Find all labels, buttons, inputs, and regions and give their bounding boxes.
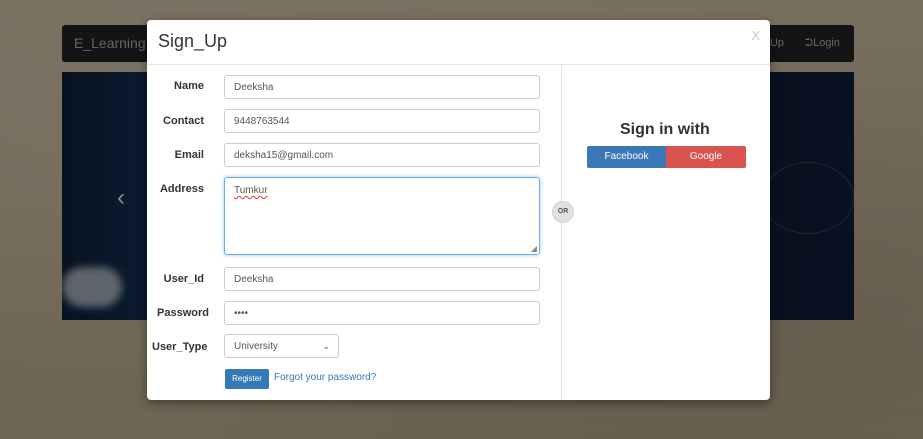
- resize-handle-icon[interactable]: ◢: [531, 244, 537, 253]
- contact-label: Contact: [163, 115, 204, 127]
- contact-input[interactable]: 9448763544: [224, 109, 540, 133]
- forgot-password-link[interactable]: Forgot your password?: [274, 372, 376, 383]
- chevron-down-icon: ⌄: [322, 341, 330, 351]
- register-button[interactable]: Register: [225, 369, 269, 389]
- name-input[interactable]: Deeksha: [224, 75, 540, 99]
- google-button[interactable]: Google: [666, 146, 746, 168]
- password-label: Password: [157, 307, 209, 319]
- signup-modal: Sign_Up X Name Deeksha Contact 944876354…: [147, 20, 770, 400]
- facebook-button[interactable]: Facebook: [587, 146, 666, 168]
- or-divider-badge: OR: [552, 201, 574, 223]
- email-label: Email: [174, 149, 204, 161]
- modal-title: Sign_Up: [158, 31, 228, 51]
- user-type-value: University: [234, 341, 278, 352]
- name-label: Name: [174, 80, 204, 92]
- close-icon[interactable]: X: [751, 28, 760, 43]
- user-type-select[interactable]: University ⌄: [224, 334, 339, 358]
- user-type-label: User_Type: [152, 341, 208, 353]
- user-id-input[interactable]: Deeksha: [224, 267, 540, 291]
- email-input[interactable]: deksha15@gmail.com: [224, 143, 540, 167]
- password-input[interactable]: ••••: [224, 301, 540, 325]
- address-value: Tumkur: [234, 185, 268, 196]
- user-id-label: User_Id: [163, 273, 204, 285]
- address-label: Address: [159, 183, 204, 195]
- address-textarea[interactable]: Tumkur ◢: [224, 177, 540, 255]
- modal-header: Sign_Up X: [147, 20, 770, 65]
- signin-with-title: Sign in with: [620, 121, 710, 138]
